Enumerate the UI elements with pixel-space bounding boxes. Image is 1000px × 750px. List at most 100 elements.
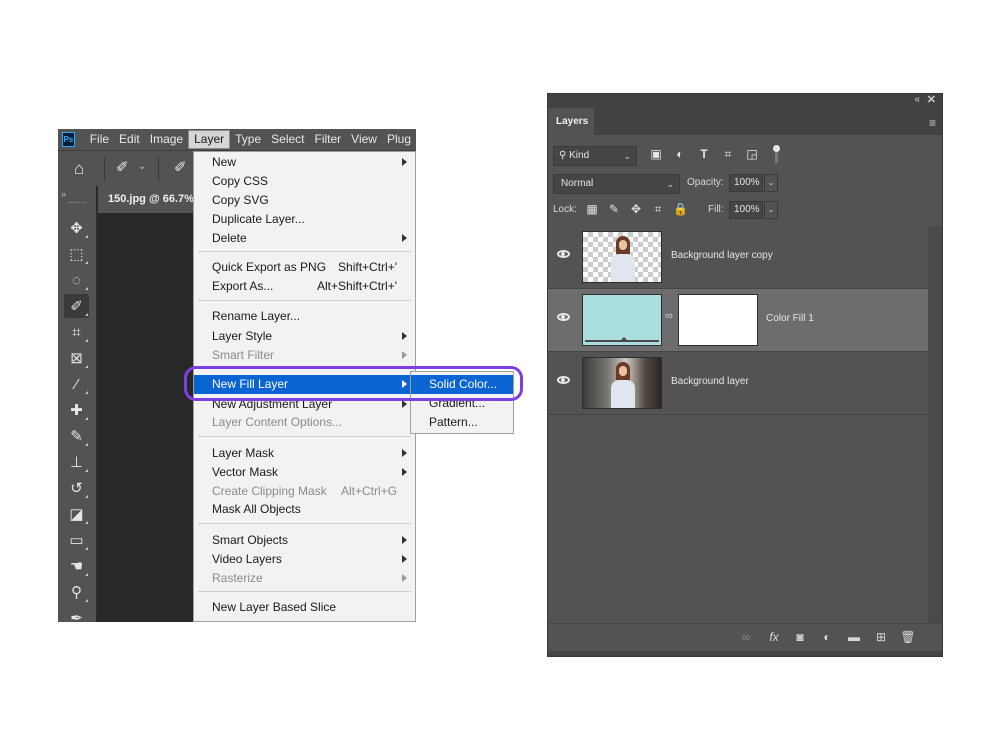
opacity-field[interactable]: 100% bbox=[729, 174, 763, 192]
stamp-icon[interactable]: ⊥ bbox=[64, 450, 89, 474]
history-brush-icon[interactable]: ↺ bbox=[64, 476, 89, 500]
smudge-icon[interactable]: ☚ bbox=[64, 554, 89, 578]
new-layer-icon[interactable]: ⊞ bbox=[873, 630, 889, 644]
opacity-dropdown-icon[interactable]: ⌄ bbox=[764, 174, 778, 192]
adjustment-filter-icon[interactable]: ◐ bbox=[672, 147, 688, 161]
menu-edit[interactable]: Edit bbox=[114, 129, 145, 150]
pixel-filter-icon[interactable]: ▣ bbox=[648, 147, 664, 161]
healing-icon[interactable]: ✚ bbox=[64, 398, 89, 422]
menu-item-smart-filter[interactable]: Smart Filter bbox=[194, 346, 415, 365]
move-icon[interactable]: ✥ bbox=[64, 216, 89, 240]
frame-icon[interactable]: ⊠ bbox=[64, 346, 89, 370]
visibility-eye-icon[interactable] bbox=[557, 250, 570, 258]
type-filter-icon[interactable]: T bbox=[696, 147, 712, 161]
brush-icon[interactable]: ✎ bbox=[64, 424, 89, 448]
menu-item-new-layer-based-slice[interactable]: New Layer Based Slice bbox=[194, 598, 415, 617]
lock-image-icon[interactable]: ✎ bbox=[607, 202, 621, 216]
menu-plugins[interactable]: Plug bbox=[382, 129, 416, 150]
menu-item-mask-all-objects[interactable]: Mask All Objects bbox=[194, 500, 415, 519]
filter-toggle-icon[interactable] bbox=[773, 145, 780, 163]
layer-row-divider bbox=[548, 414, 928, 415]
lock-all-icon[interactable]: 🔒 bbox=[673, 202, 688, 216]
menu-item-new[interactable]: New bbox=[194, 153, 415, 172]
menu-filter[interactable]: Filter bbox=[310, 129, 347, 150]
menu-item-copy-svg[interactable]: Copy SVG bbox=[194, 191, 415, 210]
menu-item-delete[interactable]: Delete bbox=[194, 229, 415, 248]
close-icon[interactable]: ✕ bbox=[927, 94, 936, 106]
dodge-icon[interactable]: ⚲ bbox=[64, 580, 89, 604]
submenu-arrow-icon bbox=[402, 351, 407, 359]
layer-row-background[interactable]: Background layer bbox=[548, 352, 928, 414]
quick-select-brush-icon[interactable]: ✐ bbox=[116, 158, 129, 176]
adjustment-layer-icon[interactable]: ◐ bbox=[819, 630, 835, 644]
panel-menu-icon[interactable]: ≡ bbox=[929, 116, 936, 130]
menu-item-label: Copy SVG bbox=[212, 193, 269, 207]
menu-item-export-as[interactable]: Export As... Alt+Shift+Ctrl+' bbox=[194, 277, 415, 296]
lasso-icon[interactable]: ◌ bbox=[64, 268, 89, 292]
menu-item-create-clipping-mask[interactable]: Create Clipping Mask Alt+Ctrl+G bbox=[194, 482, 415, 501]
layer-list-scrollbar[interactable] bbox=[928, 226, 942, 626]
visibility-eye-icon[interactable] bbox=[557, 376, 570, 384]
menu-item-vector-mask[interactable]: Vector Mask bbox=[194, 463, 415, 482]
menu-item-duplicate-layer[interactable]: Duplicate Layer... bbox=[194, 210, 415, 229]
blend-mode-select[interactable]: Normal ⌄ bbox=[553, 174, 680, 194]
shape-filter-icon[interactable]: ⌗ bbox=[720, 147, 736, 162]
menu-separator bbox=[198, 436, 411, 437]
panel-grip-dots[interactable] bbox=[68, 202, 86, 204]
chevron-down-icon[interactable]: ⌄ bbox=[138, 161, 146, 172]
visibility-eye-icon[interactable] bbox=[557, 313, 570, 321]
new-group-icon[interactable]: ▬ bbox=[846, 630, 862, 644]
submenu-arrow-icon bbox=[402, 234, 407, 242]
menu-item-layer-style[interactable]: Layer Style bbox=[194, 327, 415, 346]
fill-field[interactable]: 100% bbox=[729, 201, 763, 219]
layer-row-background-copy[interactable]: Background layer copy bbox=[548, 226, 928, 288]
eyedropper-icon[interactable]: ⁄ bbox=[64, 372, 89, 396]
menu-item-video-layers[interactable]: Video Layers bbox=[194, 550, 415, 569]
submenu-arrow-icon bbox=[402, 449, 407, 457]
menu-item-rasterize[interactable]: Rasterize bbox=[194, 569, 415, 588]
menu-item-layer-content-options[interactable]: Layer Content Options... bbox=[194, 413, 415, 432]
fill-dropdown-icon[interactable]: ⌄ bbox=[764, 201, 778, 219]
trash-icon[interactable]: 🗑 bbox=[900, 630, 916, 644]
tab-layers[interactable]: Layers bbox=[548, 108, 594, 135]
fill-color-thumbnail[interactable] bbox=[582, 294, 662, 346]
menu-image[interactable]: Image bbox=[145, 129, 188, 150]
layer-row-color-fill[interactable]: ∞ Color Fill 1 bbox=[548, 289, 928, 351]
gradient-icon[interactable]: ▭ bbox=[64, 528, 89, 552]
menu-item-layer-mask[interactable]: Layer Mask bbox=[194, 444, 415, 463]
menu-item-copy-css[interactable]: Copy CSS bbox=[194, 172, 415, 191]
layer-name[interactable]: Color Fill 1 bbox=[766, 313, 814, 324]
menu-select[interactable]: Select bbox=[266, 129, 309, 150]
submenu-item-pattern[interactable]: Pattern... bbox=[411, 413, 513, 432]
link-chain-icon[interactable]: ∞ bbox=[665, 310, 673, 322]
panel-grip-icon[interactable]: ›› bbox=[61, 189, 66, 199]
marquee-icon[interactable]: ⬚ bbox=[64, 242, 89, 266]
menu-view[interactable]: View bbox=[346, 129, 382, 150]
lock-transparent-icon[interactable]: ▦ bbox=[585, 202, 599, 216]
crop-icon[interactable]: ⌗ bbox=[64, 320, 89, 344]
collapse-panel-icon[interactable]: « bbox=[914, 94, 920, 105]
link-layers-icon[interactable]: ∞ bbox=[738, 630, 754, 644]
lock-artboard-icon[interactable]: ⌗ bbox=[651, 202, 665, 217]
menu-item-smart-objects[interactable]: Smart Objects bbox=[194, 531, 415, 550]
menu-layer[interactable]: Layer bbox=[188, 130, 231, 149]
layer-mask-thumbnail[interactable] bbox=[678, 294, 758, 346]
brush-add-icon[interactable]: ✐ bbox=[174, 158, 187, 176]
quick-select-icon[interactable]: ✐ bbox=[64, 294, 89, 318]
layer-name[interactable]: Background layer copy bbox=[671, 250, 773, 261]
menu-item-label: New Layer Based Slice bbox=[212, 600, 337, 614]
menu-type[interactable]: Type bbox=[230, 129, 266, 150]
document-tab[interactable]: 150.jpg @ 66.7% bbox=[98, 186, 198, 213]
menu-item-rename-layer[interactable]: Rename Layer... bbox=[194, 307, 415, 326]
menu-item-quick-export[interactable]: Quick Export as PNG Shift+Ctrl+' bbox=[194, 258, 415, 277]
layer-name[interactable]: Background layer bbox=[671, 376, 749, 387]
menu-file[interactable]: File bbox=[85, 129, 114, 150]
lock-position-icon[interactable]: ✥ bbox=[629, 202, 643, 216]
fx-icon[interactable]: fx bbox=[766, 630, 782, 644]
add-mask-icon[interactable]: ◙ bbox=[792, 630, 808, 644]
smart-object-filter-icon[interactable]: ◲ bbox=[744, 147, 760, 161]
eraser-icon[interactable]: ◪ bbox=[64, 502, 89, 526]
kind-filter-select[interactable]: ⚲ Kind ⌄ bbox=[553, 146, 637, 166]
home-icon[interactable]: ⌂ bbox=[74, 159, 84, 179]
pen-icon[interactable]: ✒ bbox=[64, 606, 89, 622]
